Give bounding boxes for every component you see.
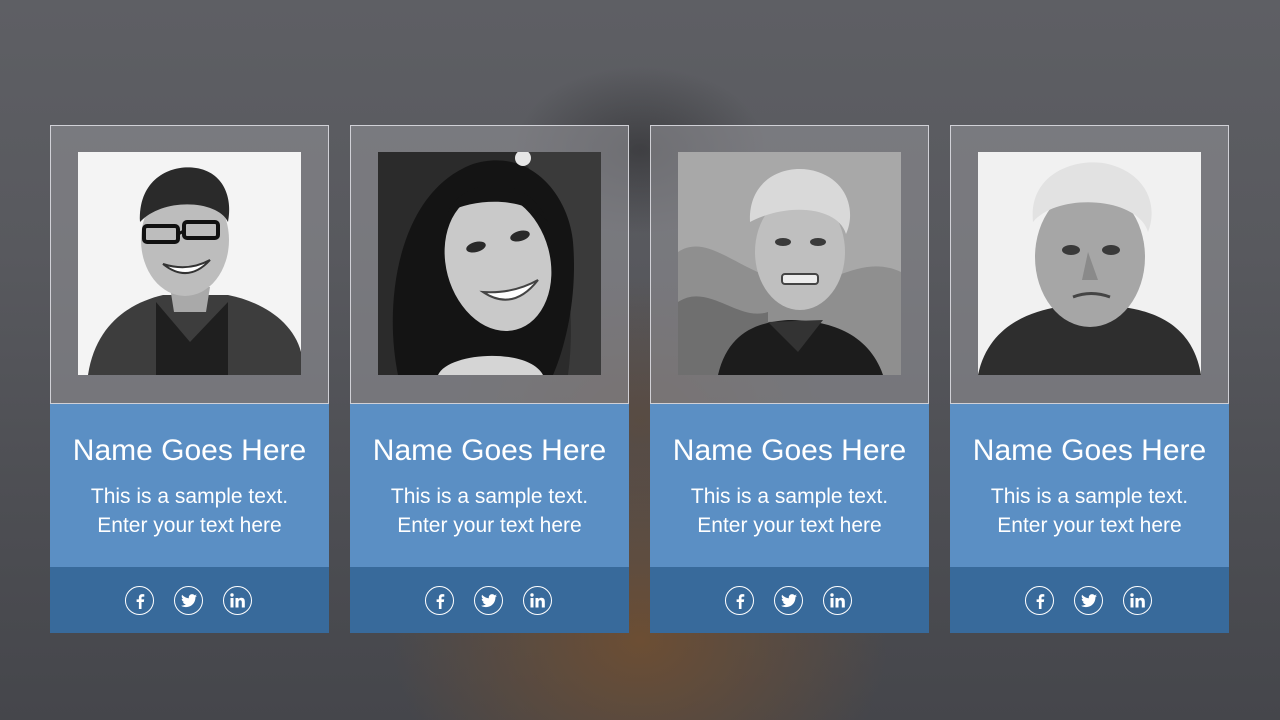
- description-line-2: Enter your text here: [97, 514, 282, 537]
- member-photo: [78, 152, 301, 375]
- team-member-card: Name Goes Here This is a sample text. En…: [50, 125, 329, 633]
- twitter-icon[interactable]: [774, 586, 803, 615]
- member-info: Name Goes Here This is a sample text. En…: [50, 404, 329, 567]
- description-line-2: Enter your text here: [997, 514, 1182, 537]
- member-description: This is a sample text. Enter your text h…: [350, 482, 629, 540]
- facebook-icon[interactable]: [125, 586, 154, 615]
- description-line-2: Enter your text here: [697, 514, 882, 537]
- description-line-2: Enter your text here: [397, 514, 582, 537]
- facebook-icon[interactable]: [725, 586, 754, 615]
- team-member-card: Name Goes Here This is a sample text. En…: [350, 125, 629, 633]
- twitter-icon[interactable]: [174, 586, 203, 615]
- photo-frame: [50, 125, 329, 404]
- linkedin-icon[interactable]: [223, 586, 252, 615]
- member-name: Name Goes Here: [972, 434, 1207, 467]
- member-description: This is a sample text. Enter your text h…: [650, 482, 929, 540]
- photo-frame: [950, 125, 1229, 404]
- facebook-icon[interactable]: [1025, 586, 1054, 615]
- social-links: [350, 567, 629, 633]
- member-description: This is a sample text. Enter your text h…: [50, 482, 329, 540]
- linkedin-icon[interactable]: [823, 586, 852, 615]
- linkedin-icon[interactable]: [523, 586, 552, 615]
- description-line-1: This is a sample text.: [390, 485, 589, 508]
- member-info: Name Goes Here This is a sample text. En…: [350, 404, 629, 567]
- team-member-card: Name Goes Here This is a sample text. En…: [650, 125, 929, 633]
- photo-frame: [350, 125, 629, 404]
- description-line-1: This is a sample text.: [690, 485, 889, 508]
- twitter-icon[interactable]: [1074, 586, 1103, 615]
- team-section: Name Goes Here This is a sample text. En…: [0, 0, 1280, 720]
- photo-frame: [650, 125, 929, 404]
- member-info: Name Goes Here This is a sample text. En…: [950, 404, 1229, 567]
- member-name: Name Goes Here: [372, 434, 607, 467]
- facebook-icon[interactable]: [425, 586, 454, 615]
- team-member-card: Name Goes Here This is a sample text. En…: [950, 125, 1229, 633]
- social-links: [50, 567, 329, 633]
- social-links: [950, 567, 1229, 633]
- member-photo: [678, 152, 901, 375]
- member-photo: [978, 152, 1201, 375]
- member-name: Name Goes Here: [672, 434, 907, 467]
- description-line-1: This is a sample text.: [90, 485, 289, 508]
- member-name: Name Goes Here: [72, 434, 307, 467]
- twitter-icon[interactable]: [474, 586, 503, 615]
- member-info: Name Goes Here This is a sample text. En…: [650, 404, 929, 567]
- description-line-1: This is a sample text.: [990, 485, 1189, 508]
- member-photo: [378, 152, 601, 375]
- social-links: [650, 567, 929, 633]
- member-description: This is a sample text. Enter your text h…: [950, 482, 1229, 540]
- linkedin-icon[interactable]: [1123, 586, 1152, 615]
